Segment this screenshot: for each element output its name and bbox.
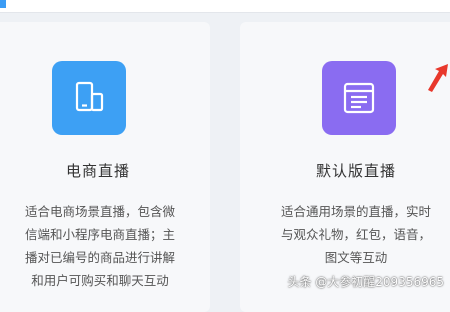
card-description: 适合通用场景的直播，实时 与观众礼物，红包，语音， 图文等互动 [248, 200, 450, 269]
description-line: 图文等互动 [324, 250, 388, 265]
description-line: 播对已编号的商品进行讲解 [24, 250, 175, 265]
description-line: 与观众礼物，红包，语音， [280, 227, 431, 242]
red-arrow-icon [428, 64, 448, 92]
card-title: 默认版直播 [315, 162, 396, 180]
active-tab-indicator [0, 0, 6, 8]
description-line: 和用户可购买和聊天互动 [31, 273, 169, 288]
card-description: 适合电商场景直播，包含微 信端和小程序电商直播；主 播对已编号的商品进行讲解 和… [0, 200, 210, 292]
top-tab-bar [0, 0, 450, 13]
mobile-devices-icon [52, 61, 126, 135]
description-line: 信端和小程序电商直播；主 [24, 227, 175, 242]
watermark: 头条 @大参初醒209356965 [287, 275, 444, 289]
card-title: 电商直播 [65, 162, 130, 180]
live-type-card-default[interactable]: 默认版直播 适合通用场景的直播，实时 与观众礼物，红包，语音， 图文等互动 [240, 22, 450, 312]
description-line: 适合通用场景的直播，实时 [280, 204, 431, 219]
live-type-card-ecommerce[interactable]: 电商直播 适合电商场景直播，包含微 信端和小程序电商直播；主 播对已编号的商品进… [0, 22, 210, 312]
description-line: 适合电商场景直播，包含微 [24, 204, 175, 219]
browser-window-icon [322, 61, 396, 135]
